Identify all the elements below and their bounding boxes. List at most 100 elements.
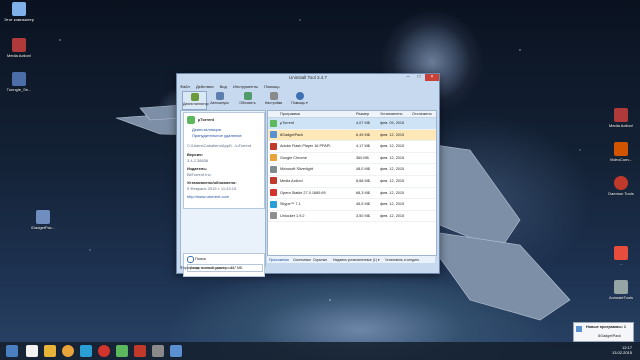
installed-label: Установлено/обновлено: bbox=[187, 180, 237, 185]
maximize-button[interactable]: □ bbox=[414, 74, 424, 81]
program-row[interactable]: Opera Stable 27.0.1689.69 68,3 МБ фев. 12,… bbox=[268, 188, 436, 200]
program-name: Adobe Flash Player 16 PPAPI bbox=[280, 144, 331, 149]
program-icon bbox=[270, 200, 277, 208]
desktop-icon-videoconverter[interactable]: VideoConv... bbox=[604, 142, 638, 162]
program-installed-date: фев. 09, 2015 bbox=[380, 121, 405, 125]
toolbar-label: Настройки bbox=[264, 101, 283, 105]
desktop-icon-gadgetpack[interactable]: IGadgetPac... bbox=[26, 210, 60, 230]
computer-icon bbox=[12, 2, 26, 16]
program-row[interactable]: Microsoft Silverlight 48,0 МБ фев. 12, 201… bbox=[268, 164, 436, 176]
toolbar-label: Обновить bbox=[239, 101, 256, 105]
program-installed-date: фев. 12, 2015 bbox=[380, 167, 405, 172]
desktop-icon-label: Этот компьютер bbox=[4, 17, 34, 22]
menu-help[interactable]: Помощь bbox=[264, 84, 279, 89]
new-programs-notification[interactable]: Новые программы: 1 8GadgetPack bbox=[573, 322, 634, 342]
menu-file[interactable]: Файл bbox=[180, 84, 190, 89]
search-title: Поиск bbox=[195, 256, 207, 261]
program-row[interactable]: Unlocker 1.9.2 3,50 МБ фев. 12, 2015 bbox=[268, 211, 436, 223]
program-size: 4,17 МБ bbox=[356, 144, 371, 149]
menu-actions[interactable]: Действия bbox=[196, 84, 214, 89]
folder-icon[interactable] bbox=[44, 345, 56, 357]
menu-view[interactable]: Вид bbox=[220, 84, 227, 89]
program-row[interactable]: Adobe Flash Player 16 PPAPI 4,17 МБ фев. 1… bbox=[268, 141, 436, 153]
settings-icon bbox=[269, 92, 278, 100]
desktop-icon-recycle[interactable]: ... bbox=[604, 246, 638, 266]
filter-applications[interactable]: Приложения bbox=[269, 258, 289, 262]
refresh-button[interactable]: Обновить bbox=[236, 91, 259, 108]
desktop-icon-label: Tunngle_Se... bbox=[6, 87, 32, 92]
menu-tools[interactable]: Инструменты bbox=[233, 84, 258, 89]
app-taskbar-icon[interactable] bbox=[152, 345, 164, 357]
close-button[interactable]: × bbox=[425, 74, 439, 81]
chrome-icon[interactable] bbox=[62, 345, 74, 357]
desktop-icon-tunngle[interactable]: Tunngle_Se... bbox=[2, 72, 36, 92]
menu-bar: Файл Действия Вид Инструменты Помощь bbox=[180, 84, 285, 90]
start-icon[interactable] bbox=[6, 345, 18, 357]
program-size: 8,68 МБ bbox=[356, 178, 371, 183]
filter-hidden[interactable]: Скрытые bbox=[313, 258, 327, 262]
program-size: 68,3 МБ bbox=[356, 190, 371, 195]
settings-button[interactable]: Настройки bbox=[262, 91, 285, 108]
status-text: 9 программ, полный размер - 417 МБ bbox=[180, 266, 243, 270]
refresh-icon bbox=[243, 92, 252, 100]
column-program[interactable]: Программа bbox=[280, 112, 300, 116]
daemon-tools-icon bbox=[614, 176, 628, 190]
gadgetpack-icon bbox=[36, 210, 50, 224]
force-remove-action[interactable]: Принудительное удаление bbox=[192, 133, 242, 138]
program-installed-date: фев. 12, 2015 bbox=[380, 190, 405, 195]
notification-item[interactable]: 8GadgetPack bbox=[598, 334, 621, 338]
program-size: 3,50 МБ bbox=[356, 213, 371, 218]
app-icon bbox=[614, 280, 628, 294]
program-row[interactable]: Media Action! 8,68 МБ фев. 12, 2015 bbox=[268, 176, 436, 188]
skype-icon[interactable] bbox=[80, 345, 92, 357]
program-name: Microsoft Silverlight bbox=[280, 167, 313, 172]
column-installed[interactable]: Установлено bbox=[380, 112, 403, 116]
install-path[interactable]: C:\Users\Caballero\AppD...\uTorrent bbox=[187, 143, 251, 148]
installed-value: 9 Февраль 2015 г. 11:43:15 bbox=[187, 186, 237, 191]
desktop-icon-daemon-tools[interactable]: Daemon Tools bbox=[604, 176, 638, 196]
help-button[interactable]: Помощь ▾ bbox=[288, 91, 311, 108]
desktop-icon-animatetools[interactable]: AnimateTools bbox=[604, 280, 638, 300]
media-action-icon bbox=[12, 38, 26, 52]
desktop-icon-computer[interactable]: Этот компьютер bbox=[2, 2, 36, 22]
program-name: µTorrent bbox=[280, 121, 295, 125]
program-icon bbox=[270, 119, 277, 127]
program-list: Программа Размер Установлено Отслежено µ… bbox=[267, 110, 437, 256]
install-and-track-button[interactable]: Установить и следить bbox=[385, 258, 419, 262]
column-tracked[interactable]: Отслежено bbox=[412, 112, 432, 116]
website-link[interactable]: http://www.utorrent.com bbox=[187, 194, 229, 199]
video-converter-icon bbox=[614, 142, 628, 156]
filter-recent[interactable]: Недавно установленные (1) ▾ bbox=[333, 258, 380, 262]
clock[interactable]: 12:17 13.02.2015 bbox=[612, 345, 632, 355]
desktop-icon-media-action[interactable]: Media Action! bbox=[2, 38, 36, 58]
program-row[interactable]: 8GadgetPack 6,49 МБ фев. 12, 2015 bbox=[268, 129, 436, 142]
desktop-icon-label: VideoConv... bbox=[609, 157, 633, 162]
publisher-value: BitTorrent Inc. bbox=[187, 172, 212, 177]
program-name: Opera Stable 27.0.1689.69 bbox=[280, 190, 326, 195]
opera-icon[interactable] bbox=[98, 345, 110, 357]
version-label: Версия: bbox=[187, 152, 203, 157]
window-title: Uninstall Tool 3.4.7 bbox=[289, 75, 327, 80]
program-row[interactable]: Google Chrome 360 МБ фев. 12, 2015 bbox=[268, 153, 436, 165]
uninstaller-button[interactable]: Деинсталлятор bbox=[182, 91, 209, 110]
autostart-button[interactable]: Автозапуск bbox=[208, 91, 231, 108]
desktop-icon-media-action-right[interactable]: Media Action! bbox=[604, 108, 638, 128]
desktop-icon-label: AnimateTools bbox=[608, 295, 633, 300]
program-installed-date: фев. 12, 2015 bbox=[380, 202, 405, 207]
program-name: Skype™ 7.1 bbox=[280, 202, 301, 207]
status-bar: 9 программ, полный размер - 417 МБ bbox=[180, 266, 436, 272]
program-installed-date: фев. 12, 2015 bbox=[380, 155, 405, 160]
filter-system[interactable]: Системные bbox=[293, 258, 311, 262]
program-row[interactable]: Skype™ 7.1 46,5 МБ фев. 12, 2015 bbox=[268, 199, 436, 211]
list-header: Программа Размер Установлено Отслежено bbox=[268, 111, 436, 118]
media-action-taskbar-icon[interactable] bbox=[134, 345, 146, 357]
file-explorer-icon[interactable] bbox=[26, 345, 38, 357]
utorrent-taskbar-icon[interactable] bbox=[116, 345, 128, 357]
uninstall-action[interactable]: Деинсталляция bbox=[192, 127, 221, 132]
minimize-button[interactable]: – bbox=[403, 74, 413, 81]
program-icon bbox=[270, 165, 277, 173]
uninstall-tool-taskbar-icon[interactable] bbox=[170, 345, 182, 357]
window-titlebar[interactable]: Uninstall Tool 3.4.7 – □ × bbox=[177, 74, 439, 83]
column-size[interactable]: Размер bbox=[356, 112, 369, 116]
program-row[interactable]: µTorrent 4,07 МБ фев. 09, 2015 bbox=[268, 118, 436, 130]
